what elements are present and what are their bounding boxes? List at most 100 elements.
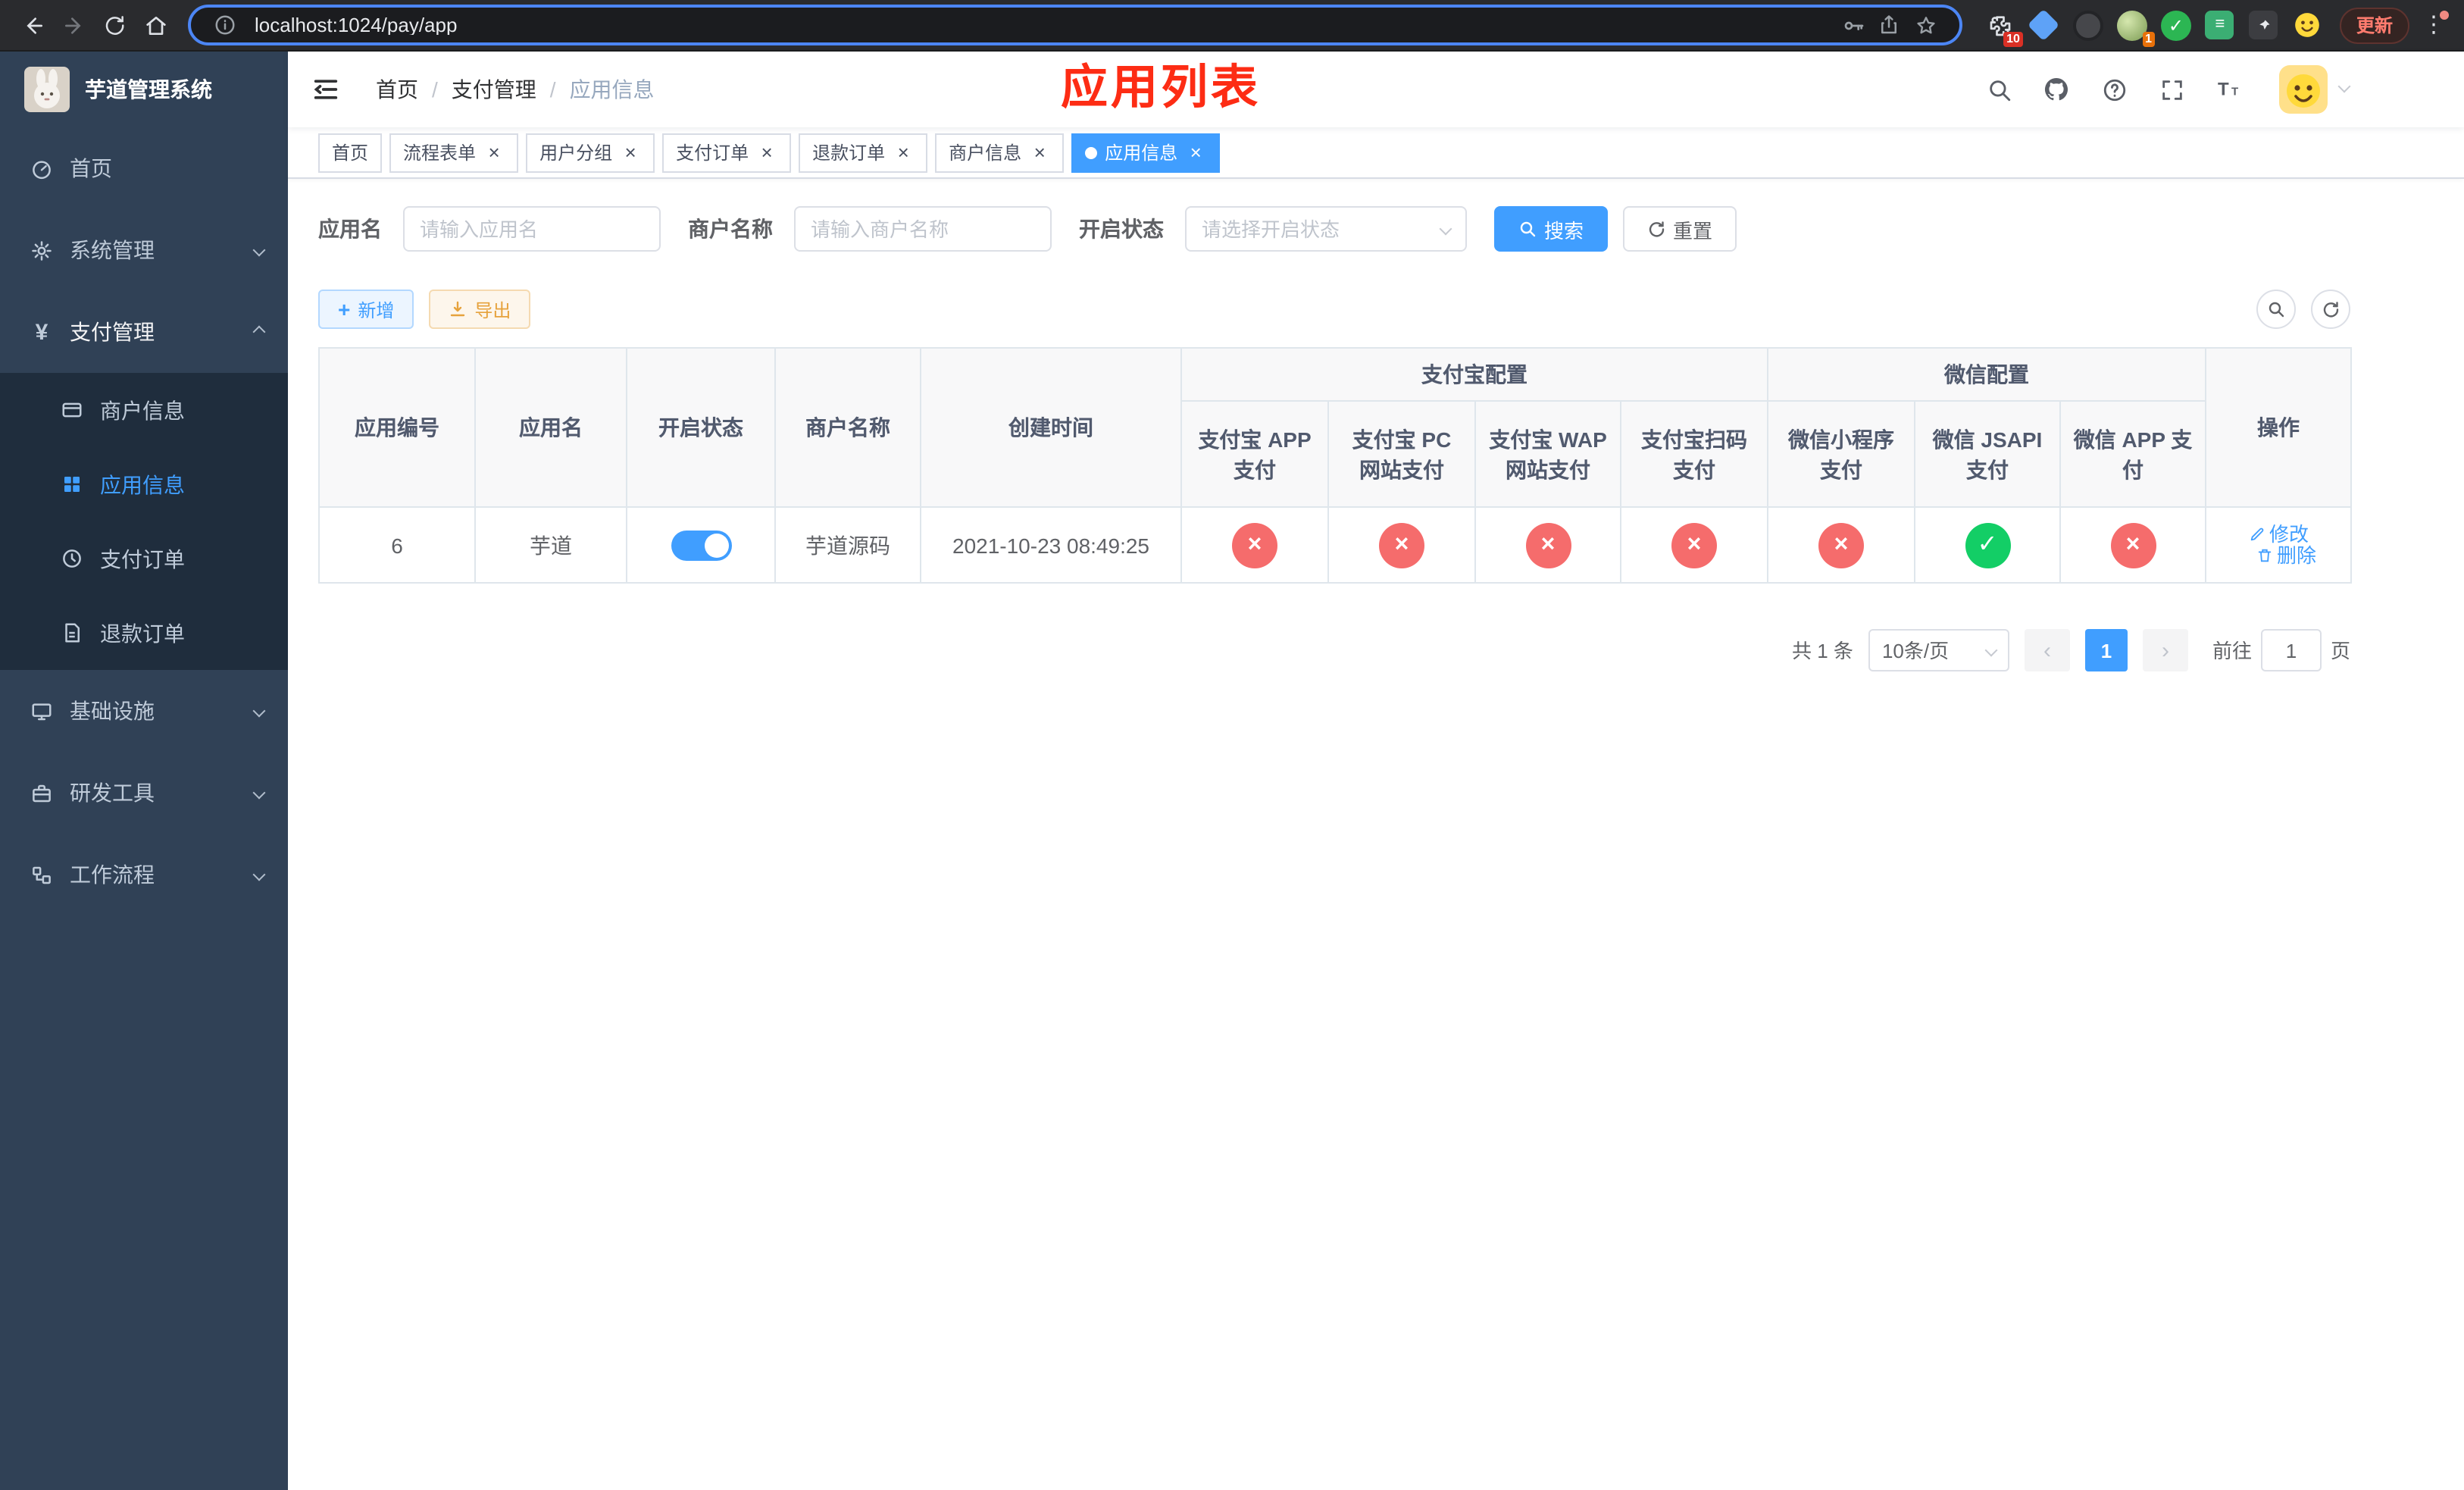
chevron-down-icon <box>252 868 266 881</box>
tag-app-info[interactable]: 应用信息 × <box>1071 133 1221 172</box>
cell-create-time: 2021-10-23 08:49:25 <box>920 506 1182 584</box>
search-button[interactable]: 搜索 <box>1494 206 1609 252</box>
browser-back-button[interactable] <box>12 5 53 45</box>
bookmark-star-icon[interactable] <box>1908 7 1944 43</box>
breadcrumb-current: 应用信息 <box>569 77 655 102</box>
credit-card-icon <box>62 402 82 418</box>
refresh-table-button[interactable] <box>2311 290 2350 329</box>
edit-pen-icon <box>2250 527 2263 540</box>
sidebar-item-home[interactable]: 首页 <box>0 127 288 209</box>
profile-avatar-extension-icon[interactable]: 1 <box>2115 8 2155 46</box>
fullscreen-icon[interactable] <box>2155 73 2188 106</box>
tag-payment-orders[interactable]: 支付订单 × <box>662 133 792 172</box>
reset-button[interactable]: 重置 <box>1623 206 1737 252</box>
sidebar-item-workflow[interactable]: 工作流程 <box>0 834 288 916</box>
breadcrumb-home[interactable]: 首页 <box>376 79 418 100</box>
address-bar[interactable]: localhost:1024/pay/app <box>188 5 1962 45</box>
extension-green-note-icon[interactable]: ≡ <box>2203 8 2237 42</box>
extension-emoji-icon[interactable] <box>2291 8 2325 42</box>
tags-view: 首页 流程表单 × 用户分组 × 支付订单 × 退款订单 × 商户信息 × 应用… <box>288 127 2464 179</box>
browser-menu-button[interactable]: ⋮ <box>2416 7 2452 43</box>
status-select[interactable]: 请选择开启状态 <box>1185 206 1467 252</box>
pagination: 共 1 条 10条/页 ‹ 1 › 前往 页 <box>318 629 2350 671</box>
delete-link[interactable]: 删除 <box>2256 545 2316 565</box>
goto-page-input[interactable] <box>2260 629 2322 671</box>
close-tag-icon[interactable]: × <box>620 142 641 163</box>
github-icon[interactable] <box>2040 73 2073 106</box>
browser-update-button[interactable]: 更新 <box>2339 7 2409 43</box>
browser-reload-button[interactable] <box>94 5 135 45</box>
add-button[interactable]: + 新增 <box>318 290 414 329</box>
svg-text:T: T <box>2218 80 2229 100</box>
sidebar-item-app-info[interactable]: 应用信息 <box>0 447 288 521</box>
search-icon <box>2269 302 2284 318</box>
close-tag-icon[interactable]: × <box>483 142 505 163</box>
page-size-select[interactable]: 10条/页 <box>1868 629 2009 671</box>
page-content: 应用名 商户名称 开启状态 请选 <box>288 179 2464 1490</box>
payment-submenu: 商户信息 应用信息 支付订单 退款订单 <box>0 373 288 670</box>
col-header-actions: 操作 <box>2205 347 2353 508</box>
tag-home[interactable]: 首页 <box>318 133 383 172</box>
header-search-icon[interactable] <box>1982 73 2015 106</box>
sidebar-item-refund-orders[interactable]: 退款订单 <box>0 596 288 670</box>
chevron-down-icon <box>252 704 266 718</box>
export-button[interactable]: 导出 <box>429 290 531 329</box>
status-toggle[interactable] <box>671 530 731 560</box>
share-icon[interactable] <box>1871 7 1908 43</box>
url-text[interactable]: localhost:1024/pay/app <box>255 15 1835 35</box>
page-number-button[interactable]: 1 <box>2084 629 2128 671</box>
monitor-icon <box>32 703 52 720</box>
merchant-name-input[interactable] <box>811 218 1035 240</box>
sidebar-item-payment[interactable]: ¥ 支付管理 <box>0 291 288 373</box>
sidebar-collapse-button[interactable] <box>288 52 364 127</box>
extensions-area: 10 1 ✓ ≡ <box>1984 8 2325 46</box>
sidebar-item-label: 商户信息 <box>100 398 185 422</box>
app-name-label: 应用名 <box>318 217 382 241</box>
close-tag-icon[interactable]: × <box>756 142 777 163</box>
tag-merchant-info[interactable]: 商户信息 × <box>935 133 1065 172</box>
browser-home-button[interactable] <box>135 5 176 45</box>
status-select-placeholder: 请选择开启状态 <box>1202 218 1340 240</box>
close-tag-icon[interactable]: × <box>1185 142 1206 163</box>
sidebar-item-merchant-info[interactable]: 商户信息 <box>0 373 288 447</box>
user-avatar[interactable] <box>2279 65 2351 114</box>
extensions-puzzle-icon[interactable]: 10 <box>1984 8 2023 46</box>
tag-user-group[interactable]: 用户分组 × <box>526 133 655 172</box>
next-page-button[interactable]: › <box>2142 629 2188 671</box>
tag-refund-orders[interactable]: 退款订单 × <box>799 133 928 172</box>
filter-form: 应用名 商户名称 开启状态 请选 <box>318 206 2434 252</box>
browser-forward-button[interactable] <box>53 5 94 45</box>
app-name-input[interactable] <box>420 218 644 240</box>
extension-dark-globe-icon[interactable] <box>2072 8 2105 42</box>
tag-label: 应用信息 <box>1105 142 1178 163</box>
sidebar-item-infrastructure[interactable]: 基础设施 <box>0 670 288 752</box>
password-key-icon[interactable] <box>1835 7 1871 43</box>
extension-pin-icon[interactable] <box>2247 8 2281 42</box>
total-count: 共 1 条 <box>1792 639 1853 662</box>
extension-blue-gem-icon[interactable] <box>2028 8 2061 42</box>
sidebar-item-label: 支付管理 <box>70 320 155 344</box>
close-tag-icon[interactable]: × <box>893 142 914 163</box>
sidebar-item-label: 系统管理 <box>70 238 155 262</box>
page-unit-label: 页 <box>2330 639 2350 662</box>
cell-app-id: 6 <box>318 506 476 584</box>
sidebar-item-system[interactable]: 系统管理 <box>0 209 288 291</box>
dashboard-icon <box>33 160 51 179</box>
sidebar-item-payment-orders[interactable]: 支付订单 <box>0 521 288 596</box>
sidebar-item-label: 研发工具 <box>70 781 155 805</box>
edit-link[interactable]: 修改 <box>2248 524 2309 543</box>
sidebar-logo[interactable]: 芋道管理系统 <box>0 52 288 127</box>
col-group-wechat: 微信配置 <box>1766 347 2207 402</box>
tag-process-form[interactable]: 流程表单 × <box>389 133 519 172</box>
site-info-icon[interactable] <box>206 7 242 43</box>
wx-app-status-icon: × <box>2110 522 2156 568</box>
show-search-toggle-button[interactable] <box>2256 290 2296 329</box>
merchant-name-label: 商户名称 <box>688 217 773 241</box>
font-size-icon[interactable]: TT <box>2212 73 2246 106</box>
sidebar-item-dev-tools[interactable]: 研发工具 <box>0 752 288 834</box>
close-tag-icon[interactable]: × <box>1029 142 1050 163</box>
tag-label: 用户分组 <box>539 142 613 163</box>
help-icon[interactable] <box>2097 73 2131 106</box>
extension-green-check-icon[interactable]: ✓ <box>2159 8 2193 42</box>
prev-page-button[interactable]: ‹ <box>2024 629 2070 671</box>
